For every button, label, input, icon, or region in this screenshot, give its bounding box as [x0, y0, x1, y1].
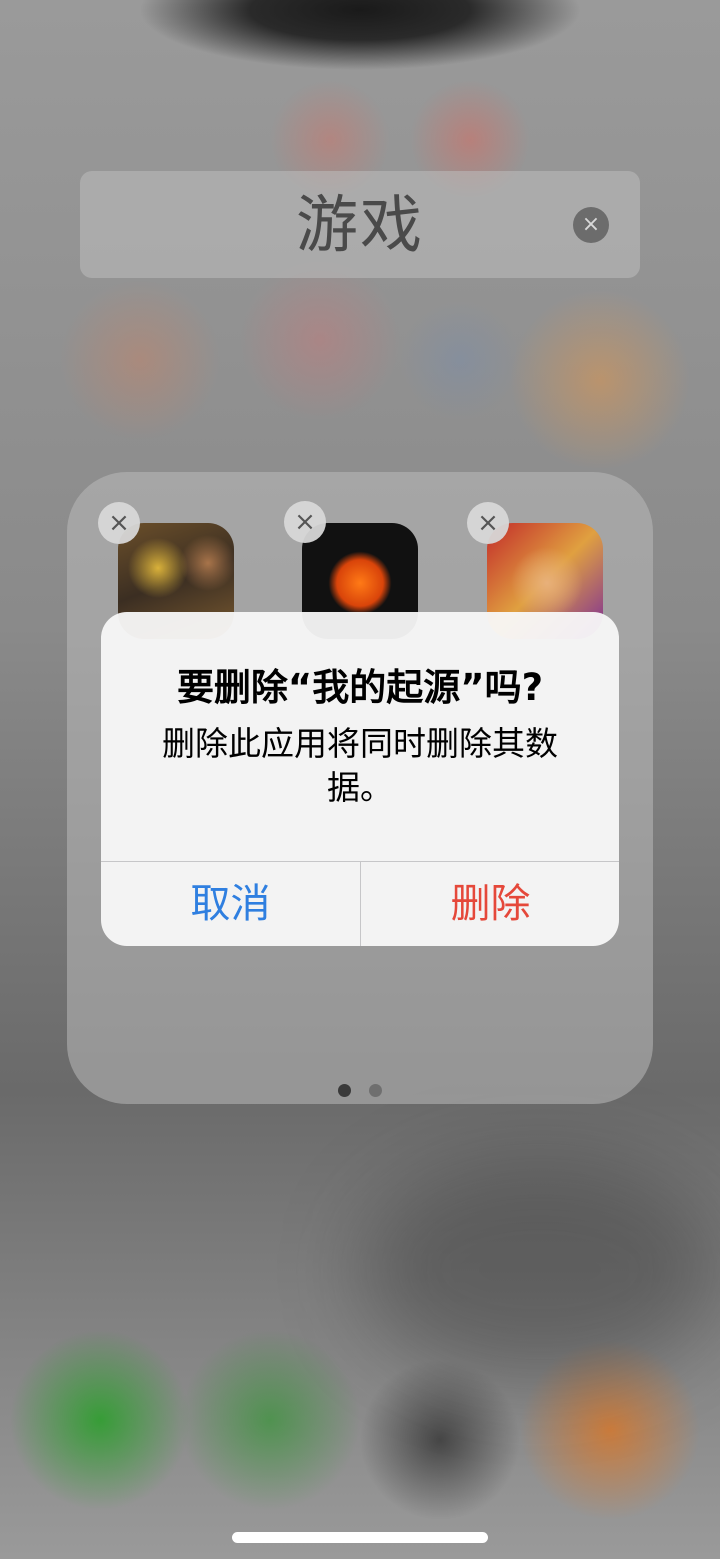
delete-app-icon[interactable]: × — [98, 502, 140, 544]
delete-button[interactable]: 删除 — [361, 862, 619, 946]
page-dot — [369, 1084, 382, 1097]
clear-title-icon[interactable]: × — [573, 207, 609, 243]
cancel-button[interactable]: 取消 — [101, 862, 360, 946]
page-dot-active — [338, 1084, 351, 1097]
folder-title-field[interactable]: 游戏 — [80, 171, 640, 278]
page-indicator[interactable] — [337, 1084, 383, 1098]
backdrop-blur-shape — [360, 1160, 720, 1380]
alert-message: 删除此应用将同时删除其数据。 — [162, 724, 558, 807]
delete-app-icon[interactable]: × — [467, 502, 509, 544]
delete-app-alert: 要删除“我的起源”吗? 删除此应用将同时删除其数据。 取消 删除 — [101, 612, 619, 946]
home-indicator[interactable] — [232, 1532, 488, 1543]
delete-app-icon[interactable]: × — [284, 501, 326, 543]
alert-title: 要删除“我的起源”吗? — [176, 666, 544, 709]
folder-title: 游戏 — [295, 188, 424, 261]
